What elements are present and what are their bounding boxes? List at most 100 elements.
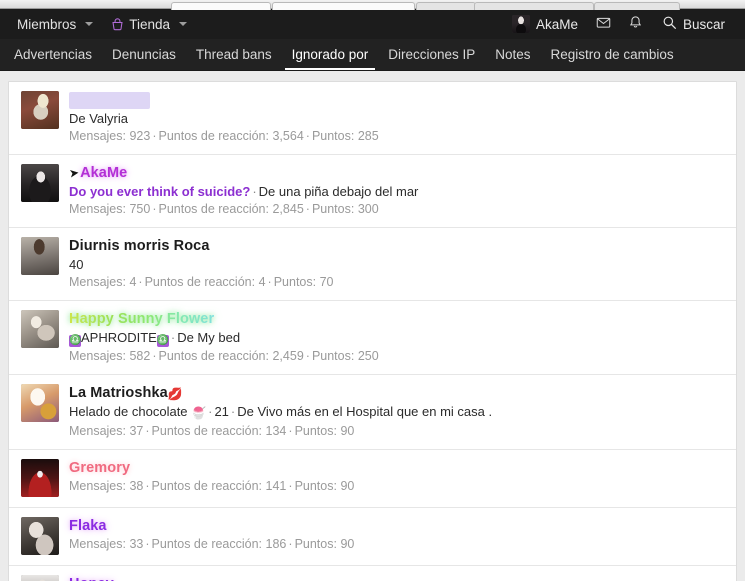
stat-points-value: 250 bbox=[357, 349, 379, 363]
tab-denuncias[interactable]: Denuncias bbox=[102, 39, 186, 70]
browser-tab[interactable] bbox=[171, 2, 271, 10]
nav-item-miembros[interactable]: Miembros bbox=[8, 9, 102, 39]
list-item[interactable]: La Matrioshka💋 Helado de chocolate 🍧 · 21 ·… bbox=[9, 375, 736, 450]
member-title-text: De una piña debajo del mar bbox=[258, 184, 419, 199]
stat-messages-label: Mensajes: bbox=[69, 349, 126, 363]
stat-messages-value: 582 bbox=[129, 349, 151, 363]
avatar[interactable] bbox=[21, 310, 59, 348]
shopping-basket-icon bbox=[111, 17, 124, 31]
stat-messages-label: Mensajes: bbox=[69, 424, 126, 438]
search-button[interactable]: Buscar bbox=[652, 9, 733, 39]
member-stats: Mensajes: 750 · Puntos de reacción: 2,845 ·… bbox=[69, 202, 379, 216]
tab-label: Denuncias bbox=[112, 47, 176, 62]
member-stats: Mensajes: 38 · Puntos de reacción: 141 · Pun… bbox=[69, 479, 355, 493]
inbox-button[interactable] bbox=[588, 9, 620, 39]
username-link[interactable]: Gremory bbox=[69, 460, 130, 477]
username-link[interactable]: Helaena89 bbox=[71, 92, 148, 109]
member-list-card: Helaena89 De Valyria Mensajes: 923 · Punto… bbox=[8, 81, 737, 581]
tab-label: Direcciones IP bbox=[388, 47, 476, 62]
tab-notes[interactable]: Notes bbox=[485, 39, 540, 70]
list-item[interactable]: Happy Sunny Flower ♎APHRODITE♎ · De My bed… bbox=[9, 301, 736, 375]
shaved-ice-icon: 🍧 bbox=[191, 406, 207, 420]
stat-points-label: Puntos: bbox=[294, 479, 337, 493]
search-icon bbox=[662, 15, 677, 33]
stat-reaction-label: Puntos de reacción: bbox=[151, 479, 263, 493]
list-item[interactable]: ➤AkaMe Do you ever think of suicide? · De … bbox=[9, 155, 736, 228]
stat-reaction-label: Puntos de reacción: bbox=[144, 275, 256, 289]
username-wrapper: Helaena89 bbox=[69, 92, 150, 109]
top-navigation-bar: Miembros Tienda AkaMe Buscar bbox=[0, 9, 745, 39]
chevron-down-icon bbox=[179, 22, 188, 26]
username-wrapper: ➤AkaMe bbox=[68, 165, 418, 182]
list-item[interactable]: Diurnis morris Roca 40 Mensajes: 4 · Punto… bbox=[9, 228, 736, 301]
account-name: AkaMe bbox=[535, 16, 578, 32]
username-link[interactable]: Honey bbox=[69, 576, 114, 581]
account-menu-button[interactable]: AkaMe bbox=[502, 9, 588, 39]
list-item[interactable]: Gremory Mensajes: 38 · Puntos de reacción:… bbox=[9, 450, 736, 508]
browser-tab[interactable] bbox=[272, 2, 415, 10]
avatar[interactable] bbox=[21, 459, 59, 497]
tab-thread-bans[interactable]: Thread bans bbox=[186, 39, 282, 70]
nav-item-tienda[interactable]: Tienda bbox=[102, 9, 196, 39]
member-info: Gremory Mensajes: 38 · Puntos de reacción:… bbox=[69, 459, 354, 494]
stat-messages-label: Mensajes: bbox=[69, 479, 126, 493]
avatar bbox=[511, 15, 530, 33]
browser-tab[interactable] bbox=[416, 2, 476, 10]
tab-registro-de-cambios[interactable]: Registro de cambios bbox=[541, 39, 684, 70]
stat-points-label: Puntos: bbox=[311, 202, 355, 216]
stat-messages-label: Mensajes: bbox=[69, 202, 126, 216]
stat-reaction-value: 3,564 bbox=[272, 129, 304, 143]
member-title: 40 bbox=[69, 256, 333, 273]
page-body: Helaena89 De Valyria Mensajes: 923 · Punto… bbox=[0, 71, 745, 581]
avatar[interactable] bbox=[21, 91, 59, 129]
username-link[interactable]: Diurnis morris Roca bbox=[69, 238, 210, 255]
stat-messages-value: 37 bbox=[129, 424, 144, 438]
stat-messages-label: Mensajes: bbox=[69, 537, 126, 551]
tab-advertencias[interactable]: Advertencias bbox=[4, 39, 102, 70]
member-title: De Valyria bbox=[69, 110, 379, 127]
stat-points-label: Puntos: bbox=[311, 349, 355, 363]
stat-points-label: Puntos: bbox=[273, 275, 317, 289]
member-title-text: Helado de chocolate bbox=[69, 404, 188, 419]
tab-label: Advertencias bbox=[14, 47, 93, 62]
tab-ignorado-por[interactable]: Ignorado por bbox=[282, 39, 379, 70]
stat-reaction-label: Puntos de reacción: bbox=[158, 129, 270, 143]
nav-item-label: Tienda bbox=[129, 16, 171, 32]
member-title-text: De My bed bbox=[177, 330, 241, 345]
username-link[interactable]: AkaMe bbox=[80, 165, 127, 182]
member-stats: Mensajes: 33 · Puntos de reacción: 186 · Pun… bbox=[69, 537, 355, 551]
username-link[interactable]: Flaka bbox=[69, 518, 107, 535]
browser-tab[interactable] bbox=[594, 2, 680, 10]
list-item[interactable]: Flaka Mensajes: 33 · Puntos de reacción: 1… bbox=[9, 508, 736, 566]
browser-tab-strip bbox=[0, 0, 745, 10]
tab-direcciones-ip[interactable]: Direcciones IP bbox=[378, 39, 485, 70]
avatar[interactable] bbox=[21, 575, 59, 581]
stat-reaction-label: Puntos de reacción: bbox=[151, 537, 263, 551]
username-wrapper: La Matrioshka💋 bbox=[69, 385, 492, 402]
avatar[interactable] bbox=[21, 237, 59, 275]
topbar-right-group: AkaMe Buscar bbox=[502, 9, 733, 39]
tab-label: Ignorado por bbox=[291, 47, 369, 62]
stat-points-value: 70 bbox=[319, 275, 334, 289]
member-stats: Mensajes: 923 · Puntos de reacción: 3,564 ·… bbox=[69, 129, 379, 143]
stat-reaction-label: Puntos de reacción: bbox=[151, 424, 263, 438]
list-item[interactable]: Helaena89 De Valyria Mensajes: 923 · Punto… bbox=[9, 82, 736, 155]
avatar[interactable] bbox=[21, 164, 59, 202]
alerts-button[interactable] bbox=[620, 9, 652, 39]
member-info: Honey 25 Mensajes: 22·Puntos de reacción… bbox=[69, 575, 354, 581]
username-link[interactable]: Happy Sunny Flower bbox=[69, 311, 214, 328]
avatar[interactable] bbox=[21, 517, 59, 555]
stat-points-value: 285 bbox=[357, 129, 379, 143]
stat-reaction-value: 141 bbox=[265, 479, 287, 493]
member-stats: Mensajes: 37 · Puntos de reacción: 134 · Pun… bbox=[69, 424, 355, 438]
member-title-bold: Do you ever think of suicide? bbox=[69, 184, 251, 199]
list-item[interactable]: Honey 25 Mensajes: 22·Puntos de reacción… bbox=[9, 566, 736, 581]
avatar[interactable] bbox=[21, 384, 59, 422]
member-info: ➤AkaMe Do you ever think of suicide? · De … bbox=[68, 164, 419, 217]
kiss-mark-icon: 💋 bbox=[167, 387, 183, 401]
member-title: ♎APHRODITE♎ · De My bed bbox=[69, 330, 241, 347]
browser-tab[interactable] bbox=[474, 2, 594, 10]
username-link[interactable]: La Matrioshka bbox=[69, 385, 168, 402]
stat-points-value: 300 bbox=[357, 202, 379, 216]
stat-reaction-value: 2,459 bbox=[272, 349, 304, 363]
